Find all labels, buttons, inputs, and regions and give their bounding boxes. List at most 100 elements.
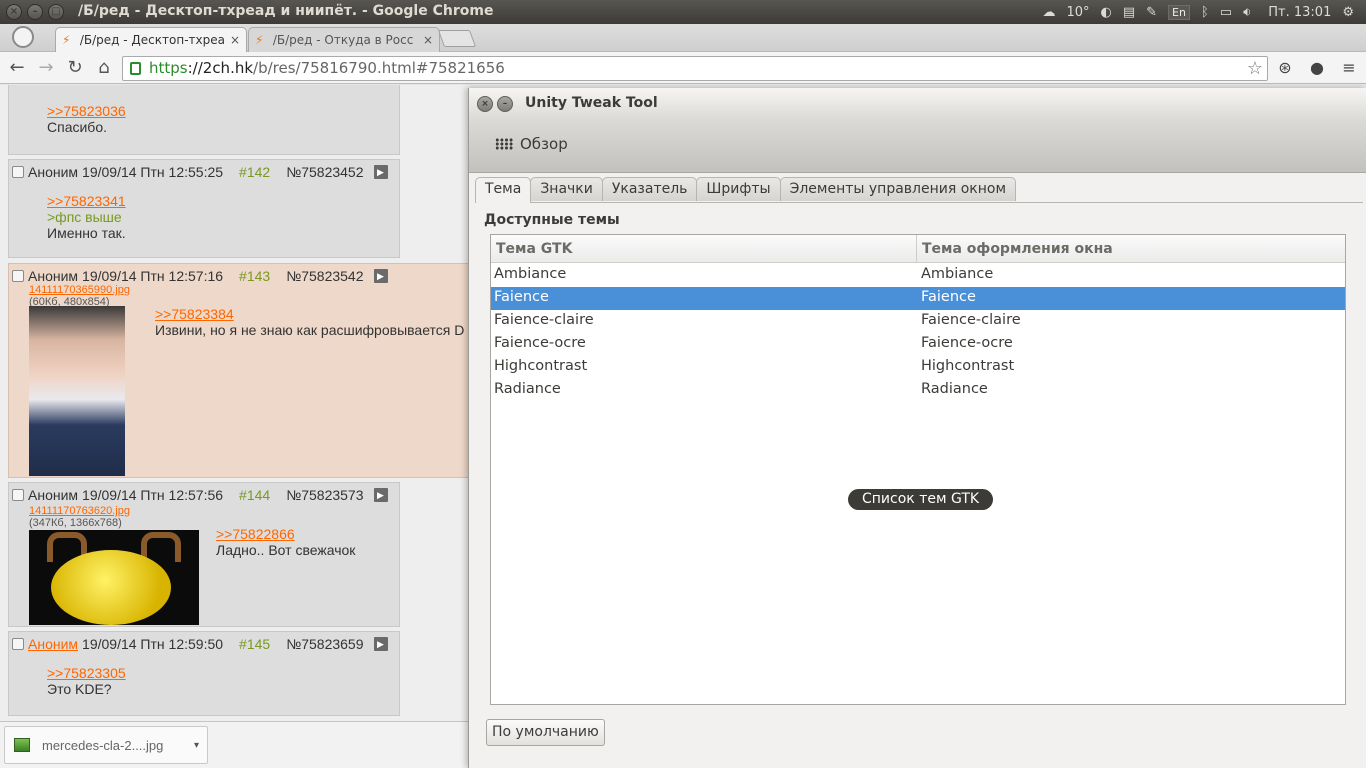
post-checkbox[interactable] xyxy=(12,270,24,282)
utt-header-bar: Обзор xyxy=(469,120,1366,173)
utt-close-button[interactable]: × xyxy=(477,96,493,112)
tab-close-icon[interactable]: × xyxy=(230,33,240,47)
post-id[interactable]: №75823542 xyxy=(286,268,363,284)
post-checkbox[interactable] xyxy=(12,638,24,650)
poster-name[interactable]: Аноним xyxy=(28,636,78,652)
file-link[interactable]: 14111170365990.jpg xyxy=(29,284,130,296)
reply-link[interactable]: >>75823305 xyxy=(47,665,126,681)
tab-inactive[interactable]: ⚡ /Б/ред - Откуда в Росс × xyxy=(248,27,440,52)
browser-tab-strip: ⚡ /Б/ред - Десктоп-тхреад × ⚡ /Б/ред - О… xyxy=(0,24,1366,52)
download-menu-arrow-icon[interactable]: ▾ xyxy=(194,740,199,751)
home-icon[interactable]: ⌂ xyxy=(93,57,115,79)
reply-link[interactable]: >>75823036 xyxy=(47,103,126,119)
theme-row[interactable]: Faience-ocre Faience-ocre xyxy=(491,333,1345,356)
overview-button[interactable]: Обзор xyxy=(495,135,568,153)
reset-default-button[interactable]: По умолчанию xyxy=(486,719,605,746)
favicon-icon: ⚡ xyxy=(255,33,264,47)
theme-list[interactable]: Тема GTK Тема оформления окна Ambiance A… xyxy=(490,234,1346,705)
reply-link[interactable]: >>75823341 xyxy=(47,193,126,209)
power-gear-icon[interactable]: ⚙ xyxy=(1342,5,1354,20)
weather-icon[interactable]: ☁ xyxy=(1042,5,1055,20)
theme-row-selected[interactable]: Faience Faience xyxy=(491,287,1345,310)
close-window-button[interactable]: × xyxy=(6,4,22,20)
column-header-window[interactable]: Тема оформления окна xyxy=(922,241,1113,257)
tab-icons[interactable]: Значки xyxy=(530,177,603,201)
post-header: Аноним 19/09/14 Птн 12:55:25 #142 №75823… xyxy=(12,164,388,180)
utt-titlebar: × – Unity Tweak Tool xyxy=(469,88,1366,120)
post-id[interactable]: №75823452 xyxy=(286,164,363,180)
post: Аноним 19/09/14 Птн 12:57:56 #144 №75823… xyxy=(8,482,400,627)
page-content: >>75823036 Спасибо. Аноним 19/09/14 Птн … xyxy=(0,85,470,721)
post-number[interactable]: #142 xyxy=(239,164,270,180)
back-arrow-icon[interactable]: ← xyxy=(6,57,28,79)
keyboard-layout[interactable]: En xyxy=(1168,4,1190,20)
theme-row[interactable]: Faience-claire Faience-claire xyxy=(491,310,1345,333)
clock[interactable]: Пт. 13:01 xyxy=(1268,5,1331,20)
expand-icon[interactable]: ▶ xyxy=(373,637,388,651)
expand-icon[interactable]: ▶ xyxy=(373,269,388,283)
window-theme-cell: Faience-claire xyxy=(921,312,1021,328)
tab-window-controls[interactable]: Элементы управления окном xyxy=(779,177,1017,201)
lock-icon xyxy=(130,62,141,75)
post-header: Аноним 19/09/14 Птн 12:59:50 #145 №75823… xyxy=(12,636,388,652)
post-highlighted: Аноним 19/09/14 Птн 12:57:16 #143 №75823… xyxy=(8,263,470,478)
tab-active[interactable]: ⚡ /Б/ред - Десктоп-тхреад × xyxy=(55,27,247,52)
maximize-window-button[interactable]: □ xyxy=(48,4,64,20)
column-separator xyxy=(916,235,917,263)
address-bar[interactable]: https://2ch.hk/b/res/75816790.html#75821… xyxy=(122,56,1268,81)
post-id[interactable]: №75823659 xyxy=(286,636,363,652)
battery-icon[interactable]: ▭ xyxy=(1220,5,1232,20)
profile-icon[interactable] xyxy=(12,26,34,48)
theme-row[interactable]: Ambiance Ambiance xyxy=(491,264,1345,287)
reply-link[interactable]: >>75822866 xyxy=(216,526,295,542)
theme-row[interactable]: Radiance Radiance xyxy=(491,379,1345,402)
menu-icon[interactable]: ≡ xyxy=(1338,57,1360,79)
extension-circle-icon[interactable]: ● xyxy=(1306,57,1328,79)
bluetooth-icon[interactable]: ᛒ xyxy=(1201,5,1209,20)
post-checkbox[interactable] xyxy=(12,489,24,501)
image-file-icon xyxy=(14,738,30,752)
minimize-window-button[interactable]: – xyxy=(27,4,43,20)
tab-cursor[interactable]: Указатель xyxy=(601,177,698,201)
post-date: 19/09/14 Птн 12:55:25 xyxy=(82,164,224,180)
post-number[interactable]: #145 xyxy=(239,636,270,652)
post-image-thumbnail[interactable] xyxy=(29,530,199,625)
tab-fonts[interactable]: Шрифты xyxy=(696,177,781,201)
extension-icon[interactable]: ⊛ xyxy=(1274,57,1296,79)
theme-row[interactable]: Highcontrast Highcontrast xyxy=(491,356,1345,379)
post-image-thumbnail[interactable] xyxy=(29,306,125,476)
post: Аноним 19/09/14 Птн 12:59:50 #145 №75823… xyxy=(8,631,400,716)
download-item[interactable]: mercedes-cla-2....jpg ▾ xyxy=(4,726,208,764)
volume-icon[interactable]: 🔉︎ xyxy=(1243,5,1251,20)
post-text: Это KDE? xyxy=(47,681,112,697)
smiley-shape xyxy=(51,550,171,625)
bookmark-star-icon[interactable]: ☆ xyxy=(1247,57,1263,80)
reload-icon[interactable]: ↻ xyxy=(64,57,86,79)
file-info: 14111170763620.jpg (347Кб, 1366x768) xyxy=(29,505,130,529)
forward-arrow-icon[interactable]: → xyxy=(35,57,57,79)
weather-temp[interactable]: 10° xyxy=(1066,5,1089,20)
tab-theme[interactable]: Тема xyxy=(475,177,532,203)
post-number[interactable]: #144 xyxy=(239,487,270,503)
utt-minimize-button[interactable]: – xyxy=(497,96,513,112)
pen-icon[interactable]: ✎ xyxy=(1146,5,1157,20)
post-number[interactable]: #143 xyxy=(239,268,270,284)
download-filename: mercedes-cla-2....jpg xyxy=(42,737,164,753)
post-checkbox[interactable] xyxy=(12,166,24,178)
post-id[interactable]: №75823573 xyxy=(286,487,363,503)
window-theme-cell: Ambiance xyxy=(921,266,994,282)
new-tab-button[interactable] xyxy=(437,30,477,47)
unity-tweak-tool-window: × – Unity Tweak Tool Обзор Тема Значки У… xyxy=(468,88,1366,768)
expand-icon[interactable]: ▶ xyxy=(373,488,388,502)
expand-icon[interactable]: ▶ xyxy=(373,165,388,179)
file-link[interactable]: 14111170763620.jpg xyxy=(29,505,130,517)
tab-close-icon[interactable]: × xyxy=(423,33,433,47)
fish-icon[interactable]: ◐ xyxy=(1100,5,1111,20)
gtk-theme-cell: Highcontrast xyxy=(494,358,588,374)
post-header: Аноним 19/09/14 Птн 12:57:56 #144 №75823… xyxy=(12,487,388,503)
reply-link[interactable]: >>75823384 xyxy=(155,306,234,322)
window-theme-cell: Faience xyxy=(921,289,976,305)
column-header-gtk[interactable]: Тема GTK xyxy=(496,241,572,257)
url-scheme: https xyxy=(149,59,188,77)
clipboard-icon[interactable]: ▤ xyxy=(1123,5,1135,20)
